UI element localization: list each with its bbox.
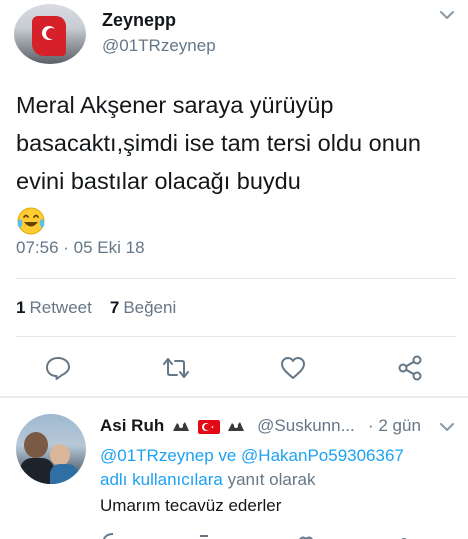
reply-tweet[interactable]: Asi Ruh @Suskunn... · 2 gün @01TRzeynep …: [0, 398, 468, 539]
tweet-actions: [0, 354, 468, 384]
share-icon[interactable]: [396, 354, 424, 382]
chevron-down-icon[interactable]: [440, 422, 454, 432]
eagle-emoji-icon: [228, 421, 245, 431]
like-stat[interactable]: 7 Beğeni: [110, 298, 176, 318]
retweet-label: Retweet: [29, 298, 92, 317]
retweet-icon[interactable]: [196, 532, 216, 539]
divider: [16, 336, 456, 337]
reply-handle[interactable]: @Suskunn...: [257, 416, 355, 435]
avatar-child-head: [50, 444, 70, 466]
retweet-stat[interactable]: 1 Retweet: [16, 298, 92, 318]
author-display-name[interactable]: Zeynepp: [102, 10, 176, 31]
heart-icon[interactable]: [296, 532, 316, 539]
tweet-timestamp[interactable]: 07:56 · 05 Eki 18: [16, 238, 145, 258]
reply-header: Asi Ruh @Suskunn...: [100, 416, 355, 436]
eagle-emoji-icon: [172, 421, 189, 431]
turkey-flag-icon: [197, 419, 220, 434]
reply-mentions[interactable]: @01TRzeynep ve @HakanPo59306367: [100, 446, 404, 465]
author-avatar[interactable]: [14, 4, 86, 64]
tears-of-joy-emoji-icon: [17, 207, 45, 235]
reply-display-name[interactable]: Asi Ruh: [100, 416, 164, 435]
reply-time[interactable]: · 2 gün: [368, 416, 421, 436]
avatar-child-body: [50, 464, 78, 484]
tweet-text: Meral Akşener saraya yürüyüp basacaktı,ş…: [16, 86, 456, 238]
reply-context: @01TRzeynep ve @HakanPo59306367 adlı kul…: [100, 444, 450, 492]
like-label: Beğeni: [123, 298, 177, 317]
avatar-person-head: [24, 432, 48, 458]
tweet-stats: 1 Retweet 7 Beğeni: [16, 298, 176, 318]
reply-suffix: yanıt olarak: [227, 470, 316, 489]
avatar-person-body: [20, 458, 54, 484]
share-icon[interactable]: [394, 532, 414, 539]
reply-author-avatar[interactable]: [16, 414, 86, 484]
reply-icon[interactable]: [44, 354, 72, 382]
retweet-count: 1: [16, 298, 26, 317]
like-count: 7: [109, 298, 120, 317]
reply-body: Umarım tecavüz ederler: [100, 496, 282, 515]
tweet-body: Meral Akşener saraya yürüyüp basacaktı,ş…: [16, 92, 421, 194]
divider: [16, 278, 456, 279]
heart-icon[interactable]: [279, 354, 307, 382]
reply-icon[interactable]: [100, 532, 126, 539]
retweet-icon[interactable]: [162, 354, 190, 382]
crescent-icon: [42, 26, 57, 40]
author-handle[interactable]: @01TRzeynep: [102, 36, 216, 56]
reply-users-link[interactable]: adlı kullanıcılara: [100, 470, 223, 489]
chevron-down-icon[interactable]: [440, 10, 454, 20]
